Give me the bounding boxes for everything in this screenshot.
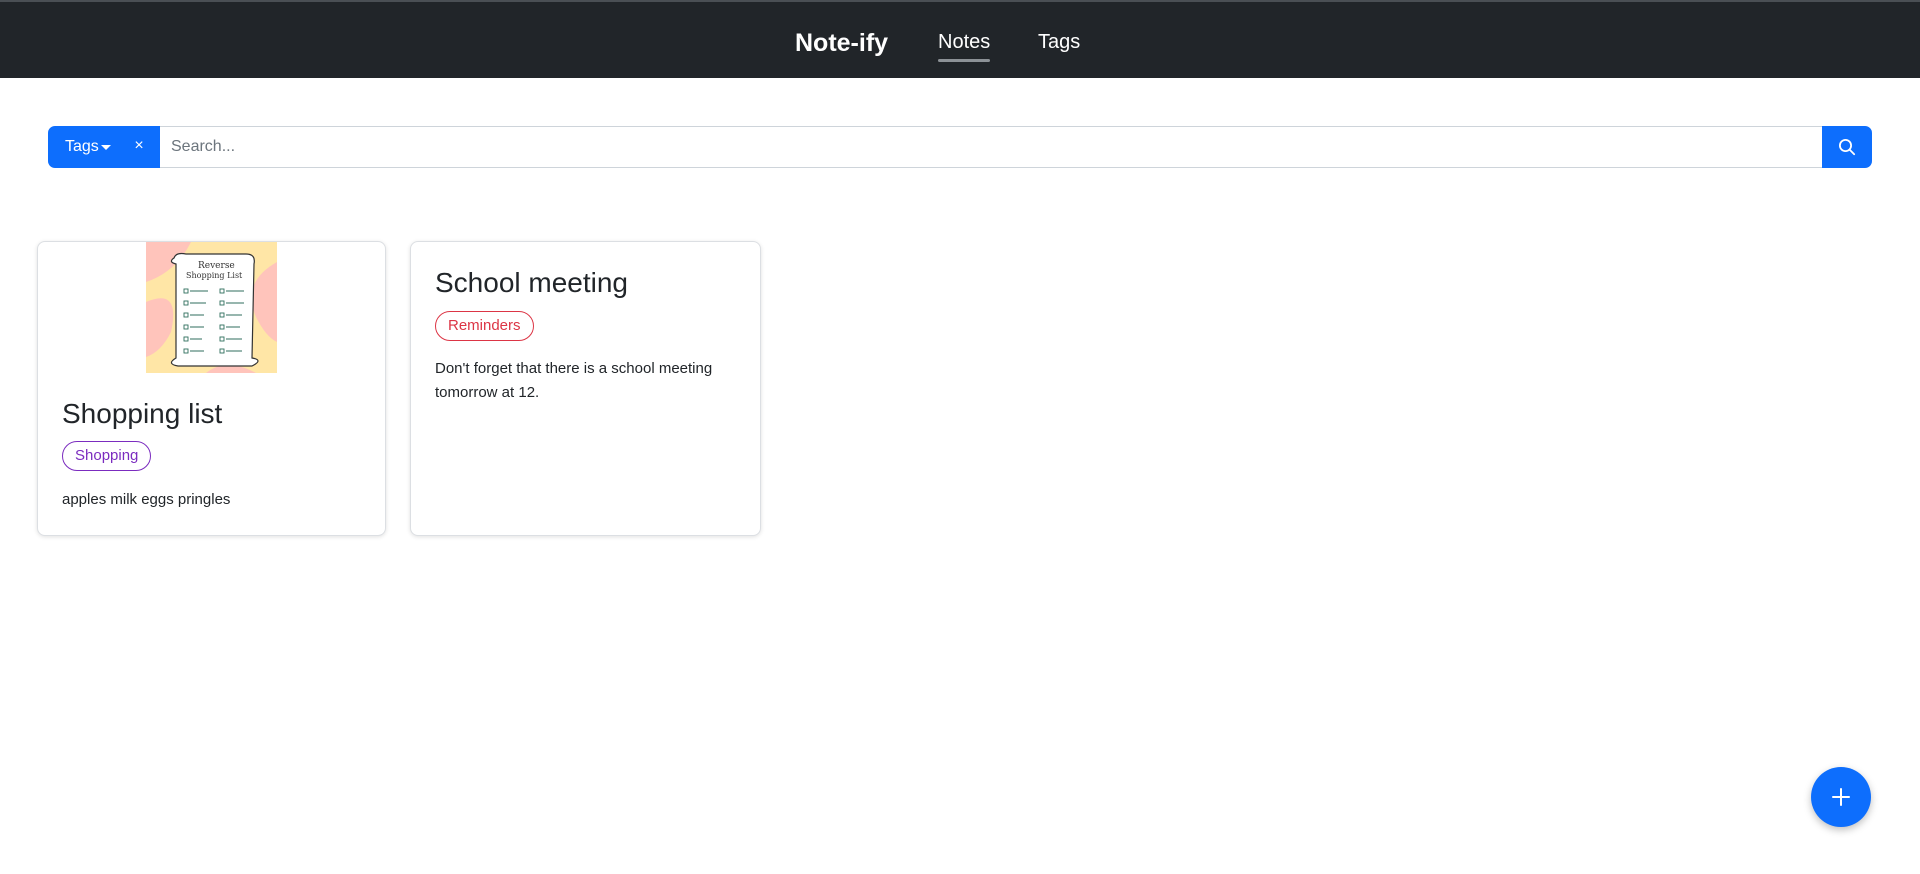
active-nav-indicator (938, 59, 990, 62)
svg-text:Reverse: Reverse (198, 261, 235, 271)
note-title: School meeting (435, 267, 629, 298)
note-title: Shopping list (62, 398, 223, 429)
tags-filter-dropdown[interactable]: Tags × (48, 126, 160, 168)
tag-badge: Reminders (435, 311, 534, 341)
search-button[interactable] (1822, 126, 1872, 168)
clear-tags-button[interactable]: × (131, 136, 147, 156)
note-card[interactable]: Reverse Shopping List Shopping list Shop… (37, 241, 386, 536)
note-body: Don't forget that there is a school meet… (435, 360, 713, 401)
plus-icon (1832, 788, 1850, 806)
note-body: apples milk eggs pringles (62, 491, 231, 508)
navbar: Note-ify Notes Tags (0, 0, 1920, 78)
brand-logo[interactable]: Note-ify (795, 28, 888, 58)
caret-down-icon (101, 145, 111, 150)
search-icon (1839, 139, 1856, 156)
nav-link-tags[interactable]: Tags (1038, 29, 1080, 55)
note-image: Reverse Shopping List (146, 242, 277, 373)
search-bar: Tags × (48, 126, 1872, 168)
nav-link-notes[interactable]: Notes (938, 29, 990, 55)
tag-badge: Shopping (62, 441, 152, 471)
search-input[interactable] (160, 126, 1822, 168)
tags-dropdown-label: Tags (65, 138, 99, 155)
note-card[interactable]: School meeting Reminders Don't forget th… (410, 241, 761, 536)
add-note-button[interactable] (1811, 767, 1871, 827)
svg-text:Shopping List: Shopping List (186, 271, 243, 280)
